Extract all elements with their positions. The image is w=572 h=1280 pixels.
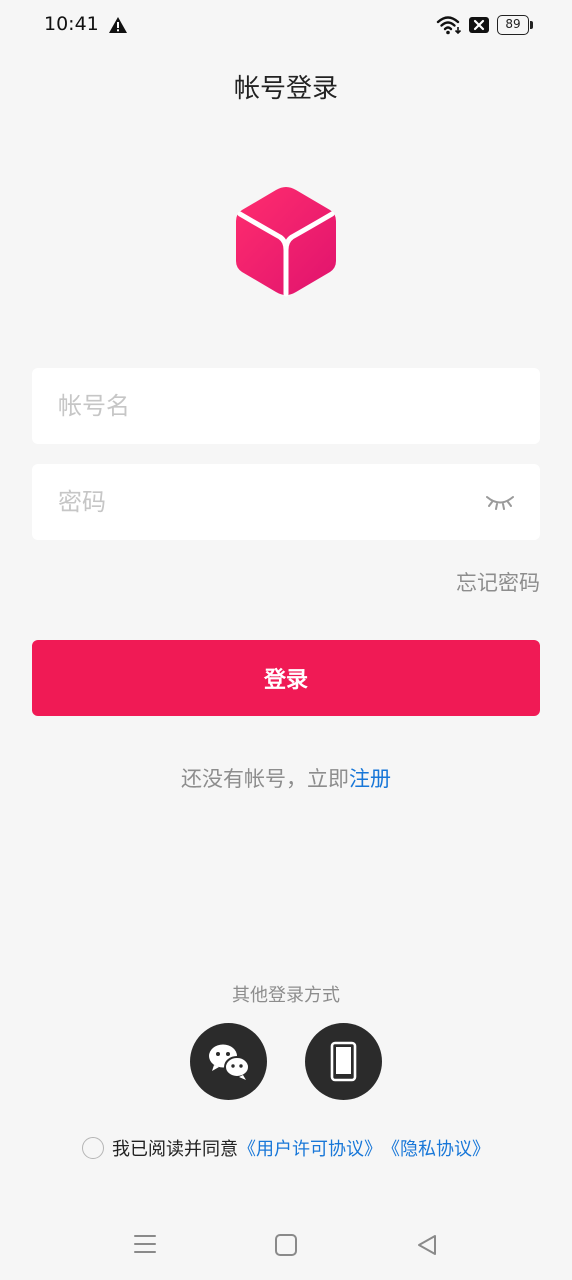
register-prompt: 还没有帐号，立即 — [181, 767, 349, 791]
app-logo-icon — [236, 187, 336, 297]
forgot-password-link[interactable]: 忘记密码 — [456, 567, 540, 597]
agreement-checkbox[interactable] — [82, 1137, 104, 1159]
account-input[interactable] — [58, 368, 478, 444]
register-row: 还没有帐号，立即注册 — [0, 763, 572, 793]
phone-login-button[interactable] — [305, 1023, 382, 1100]
login-button[interactable]: 登录 — [32, 640, 540, 716]
menu-icon[interactable] — [133, 1233, 157, 1255]
wechat-login-button[interactable] — [190, 1023, 267, 1100]
page-title: 帐号登录 — [233, 74, 338, 104]
register-link[interactable]: 注册 — [349, 767, 391, 791]
battery-level: 89 — [497, 15, 529, 35]
eye-closed-icon[interactable] — [484, 488, 516, 516]
password-input[interactable] — [58, 464, 478, 540]
battery-icon: 89 — [497, 15, 533, 35]
agreement-row: 我已阅读并同意 《用户许可协议》 《隐私协议》 — [82, 1136, 490, 1160]
login-screen: 10:41 89 帐号登录 帐号名 忘记密码 登录 还没有帐号，立即注册 其他登… — [0, 0, 572, 1280]
wechat-icon — [209, 1044, 250, 1080]
user-license-link[interactable]: 《用户许可协议》 — [238, 1135, 382, 1161]
privacy-link[interactable]: 《隐私协议》 — [382, 1135, 490, 1161]
no-sim-icon — [469, 17, 489, 33]
warning-icon — [109, 17, 127, 33]
agreement-text: 我已阅读并同意 — [112, 1139, 238, 1160]
back-icon[interactable] — [415, 1233, 439, 1257]
password-field[interactable] — [32, 464, 540, 540]
account-field[interactable] — [32, 368, 540, 444]
wifi-icon — [436, 16, 462, 35]
battery-tip — [530, 21, 533, 29]
status-bar: 10:41 89 — [0, 0, 572, 52]
other-login-label: 其他登录方式 — [232, 985, 340, 1006]
phone-icon — [330, 1041, 357, 1082]
home-icon[interactable] — [275, 1234, 297, 1256]
status-time: 10:41 — [44, 13, 99, 35]
